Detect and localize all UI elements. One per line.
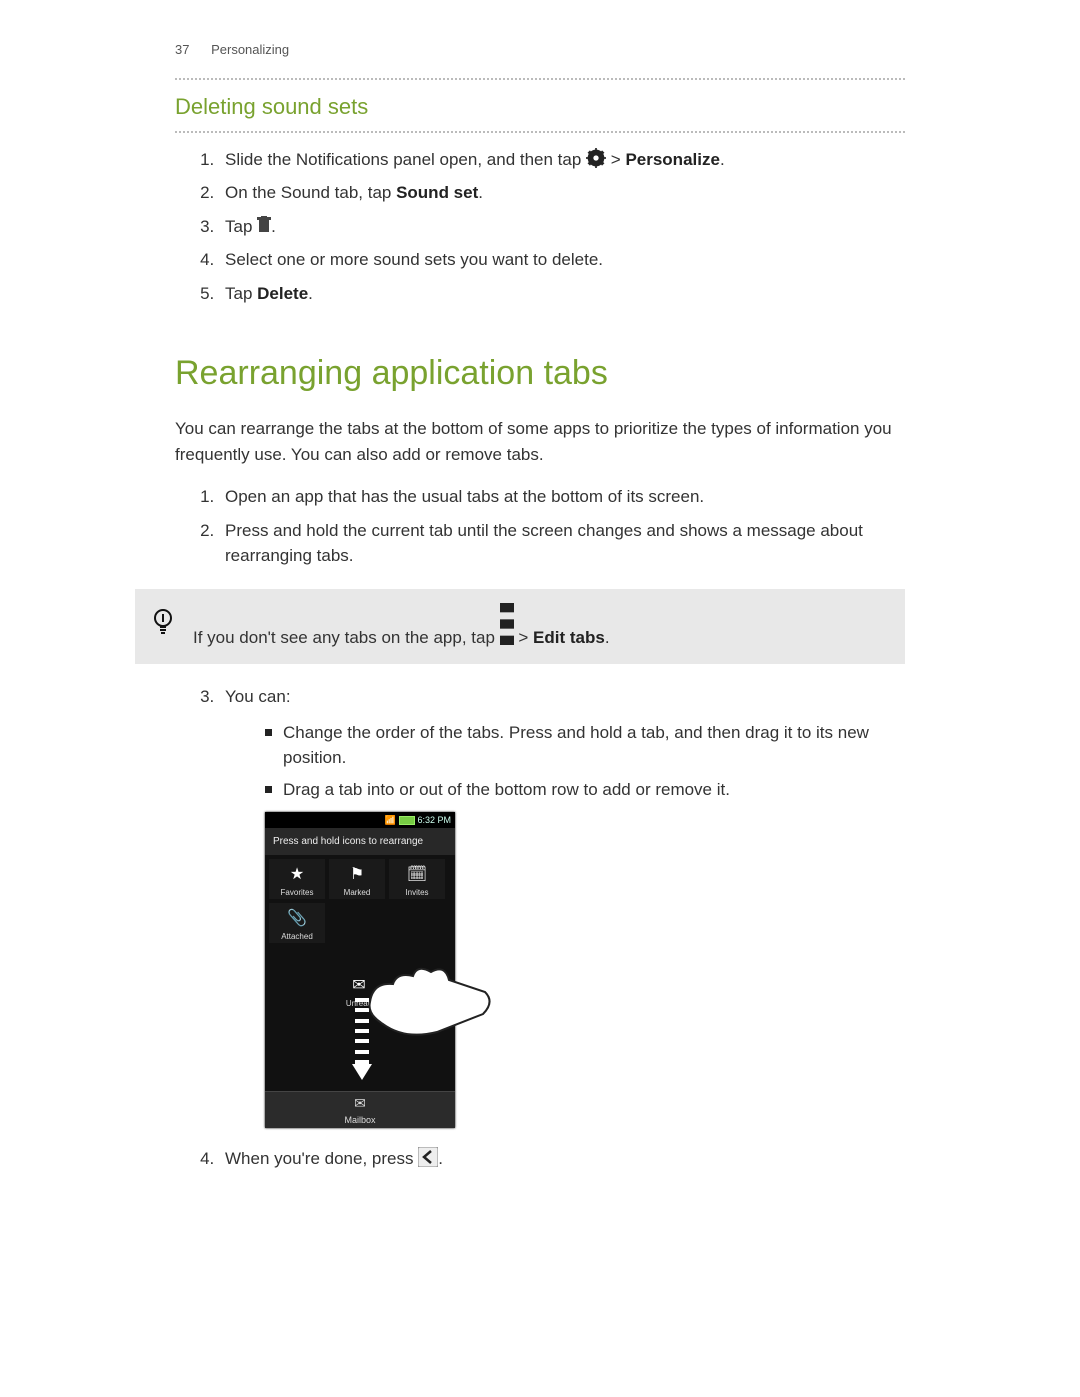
- step-bold: Delete: [257, 284, 308, 303]
- step-text: Open an app that has the usual tabs at t…: [225, 487, 704, 506]
- step-bold: Sound set: [396, 183, 478, 202]
- overflow-menu-icon: [500, 603, 514, 621]
- tab-label: Invites: [405, 888, 428, 897]
- steps-rearranging-top: Open an app that has the usual tabs at t…: [175, 484, 905, 569]
- phone-tab-invites: 🗓Invites: [389, 859, 445, 899]
- step-text: When you're done, press: [225, 1149, 418, 1168]
- phone-tab-favorites: ★Favorites: [269, 859, 325, 899]
- step-text: Slide the Notifications panel open, and …: [225, 150, 586, 169]
- tip-text-part: If you don't see any tabs on the app, ta…: [193, 628, 500, 647]
- tip-text-part: .: [605, 628, 610, 647]
- settings-gear-icon: [586, 148, 606, 168]
- tip-box: If you don't see any tabs on the app, ta…: [135, 589, 905, 665]
- sub-bullets: Change the order of the tabs. Press and …: [225, 720, 905, 803]
- divider-dotted: [175, 131, 905, 133]
- paperclip-icon: 📎: [269, 907, 325, 931]
- step-text: Tap: [225, 284, 257, 303]
- step-text: You can:: [225, 687, 291, 706]
- bullet-text: Drag a tab into or out of the bottom row…: [283, 780, 730, 799]
- lightbulb-icon: [151, 608, 175, 646]
- tab-label: Attached: [281, 932, 313, 941]
- page-number: 37: [175, 42, 189, 57]
- step-bold: Personalize: [625, 150, 720, 169]
- signal-icon: 📶: [385, 815, 396, 825]
- step-text: On the Sound tab, tap: [225, 183, 396, 202]
- step-item: Open an app that has the usual tabs at t…: [219, 484, 905, 510]
- step-item: Press and hold the current tab until the…: [219, 518, 905, 569]
- hand-illustration: [365, 942, 495, 1042]
- phone-screenshot: 📶 6:32 PM Press and hold icons to rearra…: [225, 812, 905, 1128]
- step-item: Tap .: [219, 214, 905, 240]
- phone-tab-mailbox: ✉Mailbox: [344, 1093, 375, 1128]
- phone-bottom-bar: ✉Mailbox: [265, 1091, 455, 1128]
- step-item: Tap Delete.: [219, 281, 905, 307]
- intro-paragraph: You can rearrange the tabs at the bottom…: [175, 416, 905, 467]
- status-time: 6:32 PM: [417, 815, 451, 825]
- steps-rearranging-mid: You can: Change the order of the tabs. P…: [175, 684, 905, 1172]
- tip-text-part: >: [518, 628, 533, 647]
- phone-tab-grid: ★Favorites ⚑Marked 🗓Invites 📎Attached: [265, 855, 455, 947]
- tab-label: Marked: [344, 888, 371, 897]
- step-text: .: [438, 1149, 443, 1168]
- tip-bold: Edit tabs: [533, 628, 605, 647]
- step-text: .: [478, 183, 483, 202]
- phone-hint-bar: Press and hold icons to rearrange: [265, 828, 455, 855]
- step-item: On the Sound tab, tap Sound set.: [219, 180, 905, 206]
- heading-rearranging-app-tabs: Rearranging application tabs: [175, 348, 905, 399]
- step-text: .: [271, 217, 276, 236]
- phone-tab-attached: 📎Attached: [269, 903, 325, 943]
- flag-icon: ⚑: [329, 863, 385, 887]
- mailbox-icon: ✉: [344, 1093, 375, 1114]
- step-item: Slide the Notifications panel open, and …: [219, 147, 905, 173]
- battery-icon: [399, 816, 415, 825]
- section-name: Personalizing: [211, 42, 289, 57]
- phone-status-bar: 📶 6:32 PM: [265, 812, 455, 828]
- star-icon: ★: [269, 863, 325, 887]
- bullet-item: Change the order of the tabs. Press and …: [265, 720, 905, 771]
- trash-icon: [257, 216, 271, 234]
- calendar-icon: 🗓: [389, 863, 445, 887]
- document-page: 37 Personalizing Deleting sound sets Sli…: [0, 0, 1080, 1397]
- step-text: Tap: [225, 217, 257, 236]
- step-text: Press and hold the current tab until the…: [225, 521, 863, 566]
- step-item: You can: Change the order of the tabs. P…: [219, 684, 905, 1128]
- tab-label: Favorites: [281, 888, 314, 897]
- steps-deleting-sound-sets: Slide the Notifications panel open, and …: [175, 147, 905, 307]
- bullet-item: Drag a tab into or out of the bottom row…: [265, 777, 905, 803]
- step-text: >: [611, 150, 626, 169]
- back-chevron-icon: [418, 1147, 438, 1167]
- step-text: Select one or more sound sets you want t…: [225, 250, 603, 269]
- step-item: Select one or more sound sets you want t…: [219, 247, 905, 273]
- running-header: 37 Personalizing: [175, 40, 905, 60]
- tip-text: If you don't see any tabs on the app, ta…: [193, 603, 889, 651]
- step-text: .: [720, 150, 725, 169]
- phone-tab-marked: ⚑Marked: [329, 859, 385, 899]
- bullet-text: Change the order of the tabs. Press and …: [283, 723, 869, 768]
- subheading-deleting-sound-sets: Deleting sound sets: [175, 90, 905, 123]
- tab-label: Mailbox: [344, 1115, 375, 1125]
- step-item: When you're done, press .: [219, 1146, 905, 1172]
- step-text: .: [308, 284, 313, 303]
- divider-dotted: [175, 78, 905, 80]
